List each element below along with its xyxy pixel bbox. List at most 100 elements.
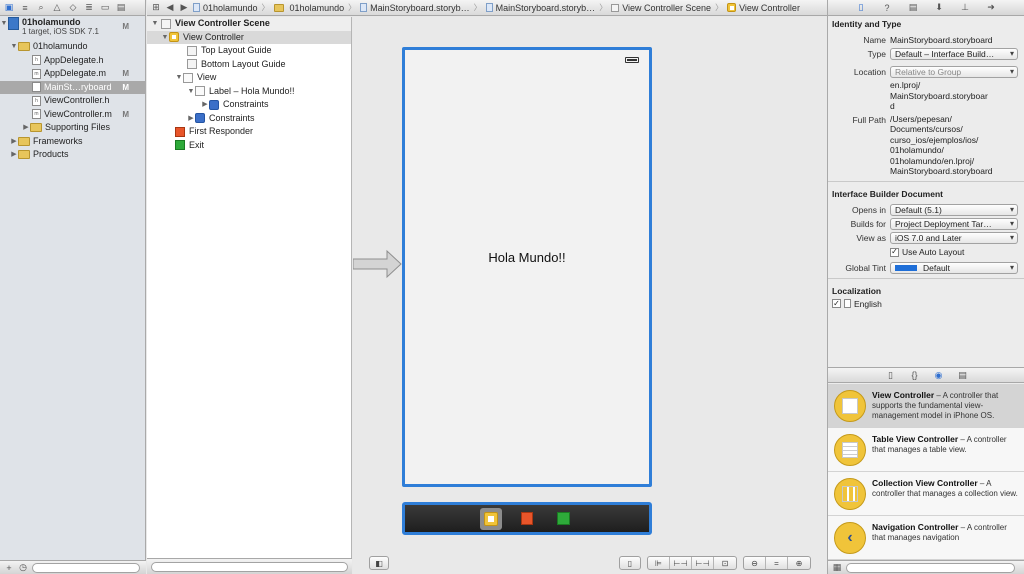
zoom-reset-button[interactable]: =: [766, 557, 788, 569]
library-item-view-controller[interactable]: View Controller – A controller that supp…: [828, 384, 1024, 428]
outline-view-controller-row[interactable]: ▼ View Controller: [147, 30, 351, 45]
file-row-selected[interactable]: MainSt…ryboard M: [0, 80, 145, 94]
storyboard-canvas[interactable]: Hola Mundo!! ◧ ▯ ⊫ ⊢⊣ ⊢⊣ ⊡ ⊖ = ⊕: [353, 17, 827, 574]
dock-view-controller[interactable]: [480, 507, 502, 530]
resizing-button[interactable]: ⊡: [714, 557, 736, 569]
folder-row[interactable]: ▶ Frameworks: [0, 135, 145, 149]
outline-view-constraints-row[interactable]: ▶ Constraints: [147, 112, 351, 126]
pin-button[interactable]: ⊢⊣: [670, 557, 692, 569]
localization-title: Localization: [832, 285, 882, 296]
disclosure-open-icon[interactable]: ▼: [0, 17, 8, 31]
add-icon[interactable]: +: [4, 563, 14, 573]
breadcrumb-item[interactable]: View Controller Scene: [611, 3, 711, 13]
search-icon[interactable]: ⌕: [36, 2, 46, 13]
folder-row[interactable]: ▶ Supporting Files: [0, 121, 145, 135]
file-row[interactable]: m AppDelegate.m M: [0, 67, 145, 81]
outline-label-row[interactable]: ▼ Label – Hola Mundo!!: [147, 85, 351, 99]
initial-scene-arrow-icon[interactable]: [353, 249, 403, 279]
toggle-outline-button[interactable]: ◧: [369, 556, 389, 570]
outline-exit-row[interactable]: Exit: [147, 139, 351, 153]
resolve-button[interactable]: ⊢⊣: [692, 557, 714, 569]
disclosure-open-icon[interactable]: ▼: [10, 40, 18, 54]
debug-icon[interactable]: ≣: [84, 2, 94, 13]
filter-input[interactable]: [32, 562, 140, 573]
builds-for-popup[interactable]: Project Deployment Tar…: [890, 217, 1018, 230]
outline-bottom-layout-guide-row[interactable]: Bottom Layout Guide: [147, 58, 351, 72]
project-row[interactable]: ▼ 01holamundo 1 target, iOS SDK 7.1 M: [0, 16, 145, 40]
outline-label-constraints-row[interactable]: ▶ Constraints: [147, 98, 351, 112]
zoom-out-button[interactable]: ⊖: [744, 557, 766, 569]
view-as-popup[interactable]: iOS 7.0 and Later: [890, 231, 1018, 244]
outline-scene-row[interactable]: ▼ View Controller Scene: [147, 17, 351, 31]
connections-inspector-icon[interactable]: ➜: [986, 2, 996, 13]
use-auto-layout-checkbox[interactable]: ✓: [890, 247, 899, 257]
back-icon[interactable]: ◀: [165, 2, 175, 13]
breadcrumb-item[interactable]: 01holamundo: [193, 3, 258, 13]
zoom-in-button[interactable]: ⊕: [788, 557, 810, 569]
breadcrumb-item[interactable]: MainStoryboard.storyb…: [360, 3, 470, 13]
identity-inspector-icon[interactable]: ▤: [908, 2, 918, 13]
symbol-icon[interactable]: ≡: [20, 3, 30, 13]
name-value[interactable]: MainStoryboard.storyboard: [890, 34, 1024, 46]
opens-in-label: Opens in: [851, 204, 886, 215]
view-controller-scene[interactable]: Hola Mundo!!: [402, 47, 652, 487]
outline-top-layout-guide-row[interactable]: Top Layout Guide: [147, 44, 351, 58]
disclosure-open-icon[interactable]: ▼: [187, 85, 195, 99]
english-checkbox[interactable]: ✓: [832, 299, 841, 308]
disclosure-closed-icon[interactable]: ▶: [10, 135, 18, 149]
log-icon[interactable]: ▤: [116, 2, 126, 13]
recent-icon[interactable]: ◷: [18, 562, 28, 573]
storyboard-file-icon: [485, 3, 493, 12]
disclosure-closed-icon[interactable]: ▶: [10, 148, 18, 162]
location-popup[interactable]: Relative to Group: [890, 66, 1018, 78]
grid-view-icon[interactable]: ▦: [832, 562, 842, 573]
outline-filter-input[interactable]: [151, 561, 348, 572]
disclosure-closed-icon[interactable]: ▶: [187, 112, 195, 126]
type-popup[interactable]: Default – Interface Build…: [890, 48, 1018, 60]
disclosure-open-icon[interactable]: ▼: [151, 17, 159, 31]
outline-first-responder-row[interactable]: First Responder: [147, 125, 351, 139]
attributes-inspector-icon[interactable]: ⬇: [934, 2, 944, 13]
test-icon[interactable]: ◇: [68, 2, 78, 13]
opens-in-popup[interactable]: Default (5.1): [890, 203, 1018, 216]
disclosure-closed-icon[interactable]: ▶: [201, 98, 209, 112]
folder-row[interactable]: ▶ Products: [0, 148, 145, 162]
file-row[interactable]: h ViewController.h: [0, 94, 145, 108]
library-item-navigation-controller[interactable]: ‹ Navigation Controller – A controller t…: [828, 516, 1024, 560]
quick-help-icon[interactable]: ?: [882, 3, 892, 13]
object-library-icon[interactable]: ◉: [934, 370, 944, 380]
disclosure-open-icon[interactable]: ▼: [161, 31, 169, 45]
file-row[interactable]: h AppDelegate.h: [0, 54, 145, 68]
type-label: Type: [867, 49, 886, 59]
disclosure-open-icon[interactable]: ▼: [175, 71, 183, 85]
align-button[interactable]: ⊫: [648, 557, 670, 569]
file-row[interactable]: m ViewController.m M: [0, 108, 145, 122]
forward-icon[interactable]: ▶: [179, 2, 189, 13]
related-items-icon[interactable]: ⊞: [151, 2, 161, 13]
file-template-icon[interactable]: ▯: [886, 370, 896, 380]
dock-exit[interactable]: [552, 508, 574, 530]
breadcrumb-item[interactable]: 01holamundo: [273, 3, 344, 13]
breakpoint-icon[interactable]: ▭: [100, 2, 110, 13]
divider: [828, 277, 1024, 279]
code-snippet-icon[interactable]: {}: [910, 370, 920, 380]
hola-mundo-label[interactable]: Hola Mundo!!: [405, 250, 649, 265]
media-library-icon[interactable]: ▤: [958, 370, 968, 380]
size-inspector-icon[interactable]: ⊥: [960, 2, 970, 13]
dock-first-responder[interactable]: [516, 508, 538, 530]
file-inspector-icon[interactable]: ▯: [856, 2, 866, 13]
library-item-collection-view-controller[interactable]: Collection View Controller – A controlle…: [828, 472, 1024, 516]
library-filter-input[interactable]: [846, 562, 1015, 573]
breadcrumb-separator: 〉: [473, 3, 482, 12]
group-row[interactable]: ▼ 01holamundo: [0, 40, 145, 54]
disclosure-closed-icon[interactable]: ▶: [22, 121, 30, 135]
breadcrumb-item[interactable]: View Controller: [727, 3, 800, 13]
library-item-table-view-controller[interactable]: Table View Controller – A controller tha…: [828, 428, 1024, 472]
library-toolbar: ▯ {} ◉ ▤: [828, 367, 1024, 383]
global-tint-popup[interactable]: Default: [890, 261, 1018, 274]
folder-icon[interactable]: ▣: [4, 2, 14, 13]
warning-icon[interactable]: △: [52, 2, 62, 13]
breadcrumb-item[interactable]: MainStoryboard.storyb…: [485, 3, 595, 13]
outline-view-row[interactable]: ▼ View: [147, 71, 351, 85]
form-factor-button[interactable]: ▯: [619, 556, 641, 570]
